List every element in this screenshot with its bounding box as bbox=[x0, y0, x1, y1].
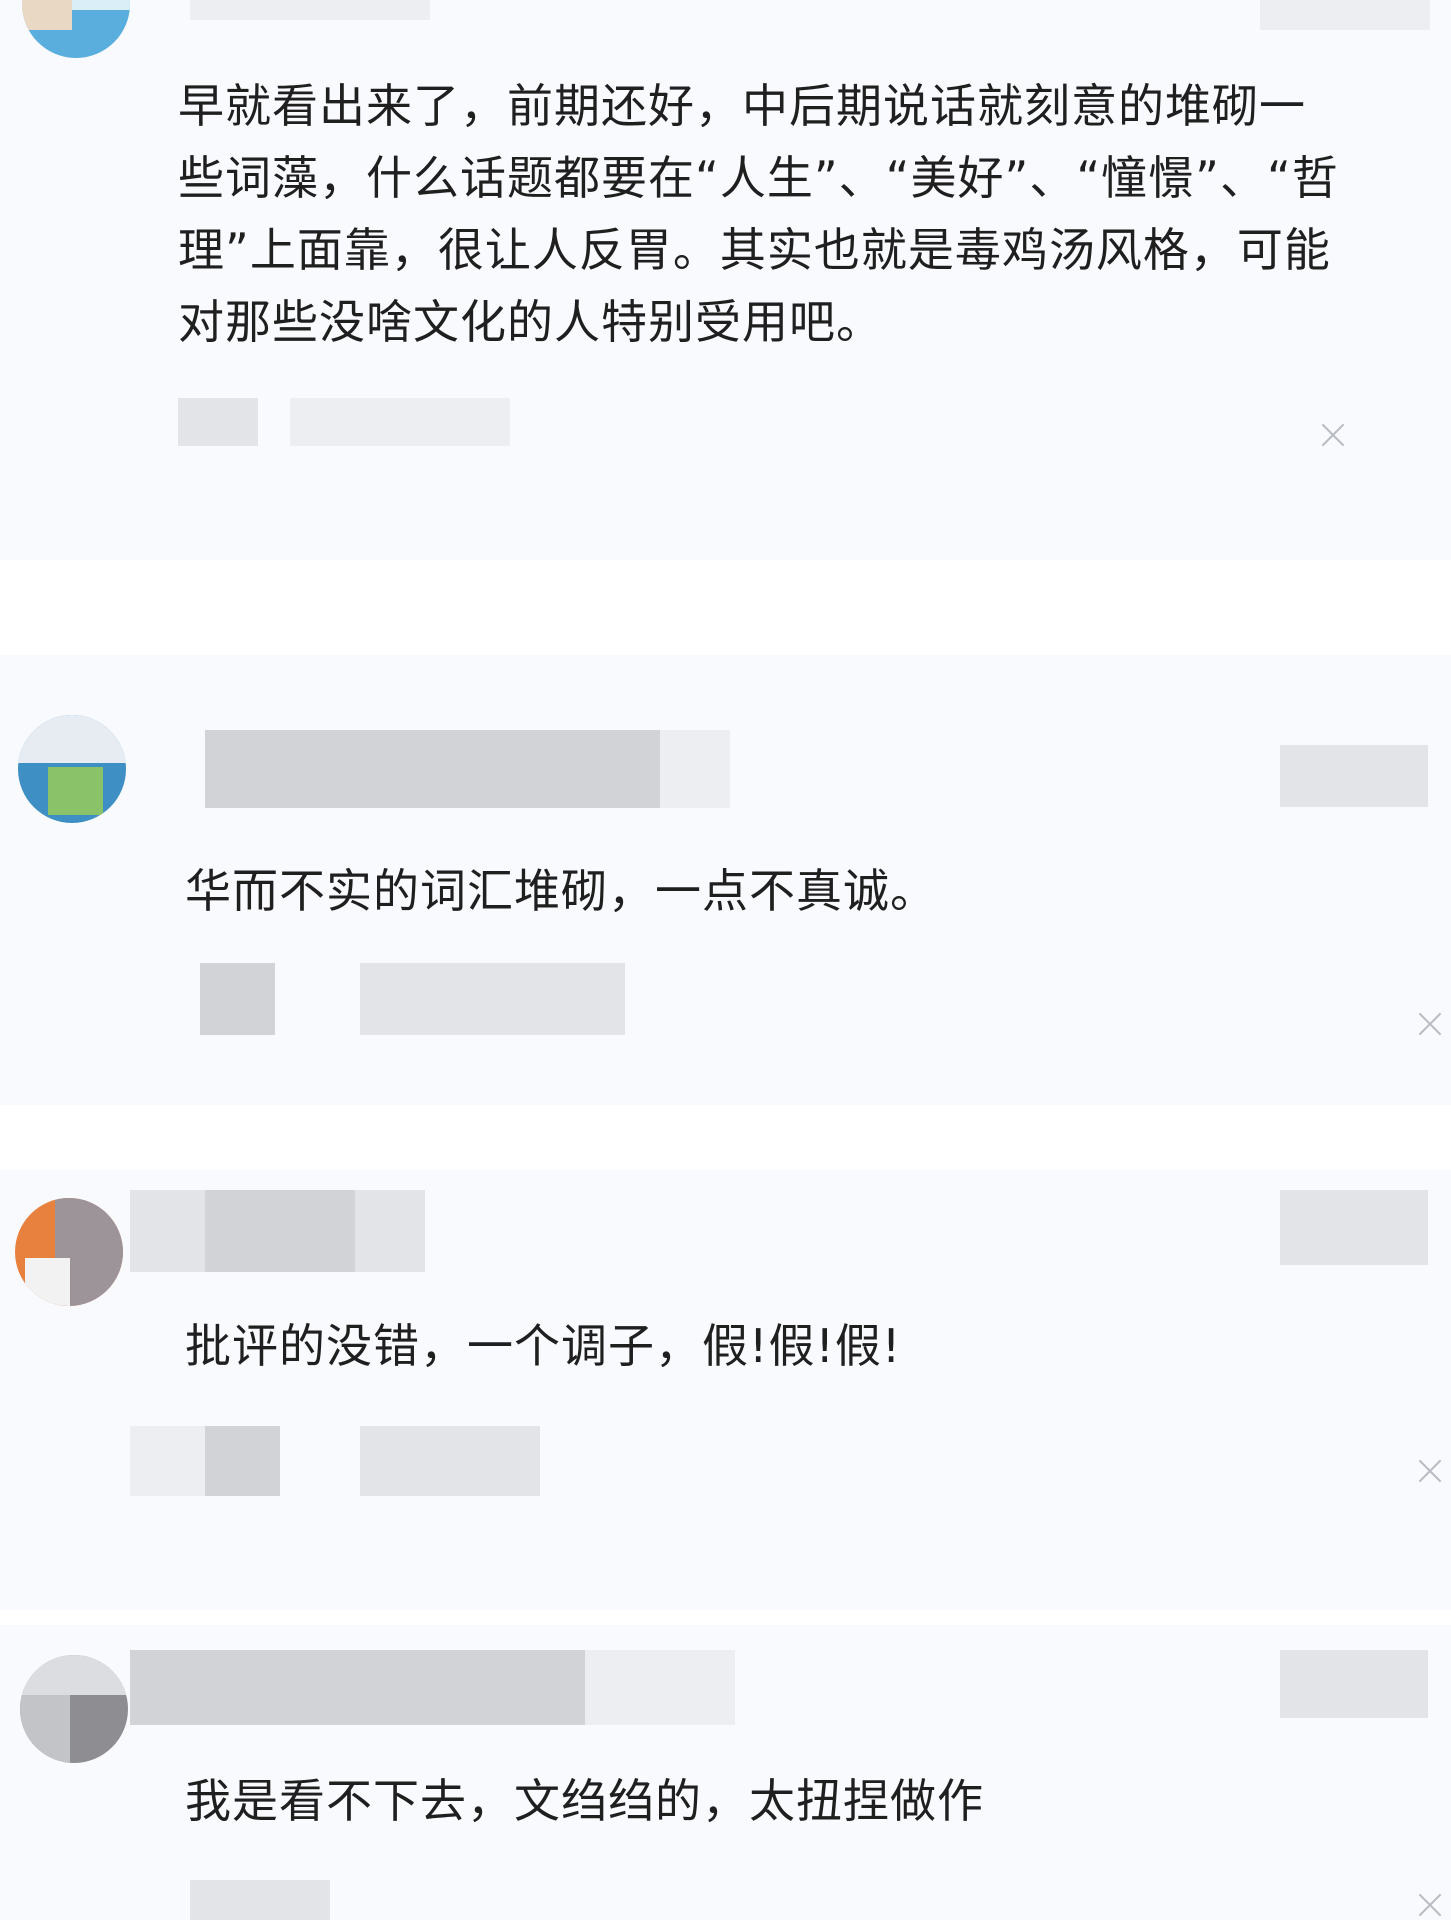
comment-card-2: 华而不实的词汇堆砌，一点不真诚。 bbox=[0, 655, 1451, 1105]
avatar[interactable] bbox=[15, 1198, 123, 1306]
redacted-username bbox=[130, 1650, 585, 1725]
comment-text: 批评的没错，一个调子，假!假!假! bbox=[185, 1319, 902, 1373]
redacted-badge bbox=[660, 730, 730, 808]
avatar[interactable] bbox=[22, 0, 130, 58]
redacted-reply-meta bbox=[178, 398, 258, 446]
redacted-time bbox=[360, 1426, 540, 1496]
close-icon[interactable] bbox=[1415, 1890, 1445, 1920]
avatar[interactable] bbox=[18, 715, 126, 823]
redacted-date bbox=[1280, 745, 1428, 807]
close-icon[interactable] bbox=[1415, 1009, 1445, 1039]
redacted-username bbox=[205, 730, 660, 808]
comment-text: 华而不实的词汇堆砌，一点不真诚。 bbox=[185, 864, 937, 918]
redacted-time bbox=[360, 963, 625, 1035]
redacted-date bbox=[1280, 1650, 1428, 1718]
redacted-date bbox=[1280, 1190, 1428, 1265]
comment-card-3: 批评的没错，一个调子，假!假!假! bbox=[0, 1170, 1451, 1610]
avatar[interactable] bbox=[20, 1655, 128, 1763]
redacted-username-dark bbox=[205, 1190, 355, 1272]
comment-card-1: 早就看出来了，前期还好，中后期说话就刻意的堆砌一些词藻，什么话题都要在“人生”、… bbox=[0, 0, 1451, 560]
close-icon[interactable] bbox=[1318, 420, 1348, 450]
redacted-badge bbox=[585, 1650, 735, 1725]
redacted-time bbox=[290, 398, 510, 446]
redacted-reply-meta-dark bbox=[205, 1426, 280, 1496]
redacted-reply-meta bbox=[190, 1880, 330, 1920]
redacted-reply-meta bbox=[200, 963, 275, 1035]
redacted-date bbox=[1260, 0, 1430, 30]
redacted-username bbox=[190, 0, 430, 20]
comment-text: 早就看出来了，前期还好，中后期说话就刻意的堆砌一些词藻，什么话题都要在“人生”、… bbox=[178, 79, 1339, 349]
close-icon[interactable] bbox=[1415, 1456, 1445, 1486]
comment-text: 我是看不下去，文绉绉的，太扭捏做作 bbox=[185, 1774, 984, 1828]
comment-card-4: 我是看不下去，文绉绉的，太扭捏做作 bbox=[0, 1625, 1451, 1920]
